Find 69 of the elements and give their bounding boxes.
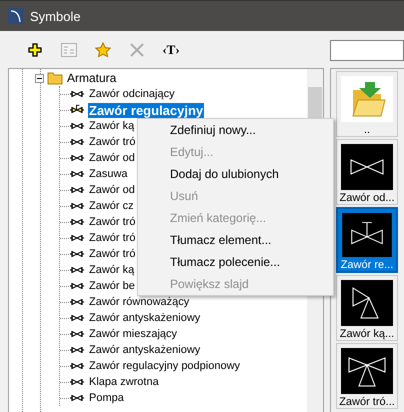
valve-symbol (350, 159, 384, 175)
tile-label: Zawór re... (340, 259, 394, 271)
symbol-tile[interactable]: .. (336, 71, 398, 137)
tree-item[interactable]: Zawór od (88, 150, 136, 166)
window-title: Symbole (30, 8, 81, 24)
tree-item[interactable]: Zawór tró (88, 214, 136, 230)
menu-item[interactable]: Tłumacz element... (138, 229, 333, 251)
collapse-icon[interactable] (35, 74, 44, 82)
tree-item[interactable]: Zawór regulacyjny (88, 102, 204, 118)
star-icon[interactable] (95, 42, 111, 58)
tree-item[interactable]: Zawór cz (88, 198, 135, 214)
tree-item[interactable]: Zawór tró (88, 230, 136, 246)
tree-item[interactable]: Zawór ką (88, 262, 136, 278)
tree-item[interactable]: Zawór regulacyjny podpionowy (88, 358, 242, 374)
tree-item[interactable]: Armatura (66, 70, 118, 86)
tile-label: Zawór tró... (339, 396, 395, 408)
symbol-tile[interactable]: Zawór ką... (336, 275, 398, 341)
valve-icon (69, 360, 85, 372)
menu-item[interactable]: Tłumacz polecenie... (138, 251, 333, 273)
tree-item[interactable]: Zawór tró (88, 246, 136, 262)
text-button[interactable]: ‹T› (154, 36, 188, 62)
tree-item[interactable]: Zawór antyskażeniowy (88, 310, 202, 326)
valve-icon (69, 184, 85, 196)
tile-label: .. (364, 124, 370, 136)
valve-icon (69, 168, 85, 180)
tree-item[interactable]: Klapa zwrotna (88, 374, 160, 390)
tree-item[interactable]: Zawór antyskażeniowy (88, 342, 202, 358)
tree-item[interactable]: Zawór od (88, 182, 136, 198)
regulating-valve-symbol (351, 222, 383, 244)
tree-item[interactable]: Zawór odcinający (88, 86, 176, 102)
tree-item[interactable]: Zawór ką (88, 118, 136, 134)
valve-icon (69, 136, 85, 148)
valve-icon (69, 392, 85, 404)
angle-valve-symbol (352, 287, 379, 318)
valve-icon (69, 328, 85, 340)
valve-icon (69, 200, 85, 212)
valve-icon (69, 152, 85, 164)
valve-icon (69, 280, 85, 292)
valve-icon (69, 104, 85, 116)
tree-item[interactable]: Zawór tró (88, 134, 136, 150)
search-field[interactable] (330, 40, 404, 61)
scrollbar-thumb[interactable] (308, 87, 322, 119)
symbol-tile[interactable]: Zawór re... (336, 207, 398, 273)
tree-item[interactable]: Pompa (88, 390, 125, 406)
valve-icon (69, 344, 85, 356)
three-way-valve-symbol (348, 357, 386, 386)
menu-item[interactable]: Zdefiniuj nowy... (138, 119, 333, 141)
menu-item[interactable]: Dodaj do ulubionych (138, 163, 333, 185)
tree-item[interactable]: Zawór równoważący (88, 294, 190, 310)
tree-item[interactable]: Zawór be (88, 278, 136, 294)
valve-icon (69, 232, 85, 244)
symbol-tile[interactable]: Zawór od... (336, 139, 398, 205)
valve-icon (69, 216, 85, 228)
valve-icon (69, 88, 85, 100)
folder-icon (47, 71, 63, 85)
tree-item[interactable]: Zasuwa (88, 166, 129, 182)
symbol-tile[interactable]: Zawór tró... (336, 343, 398, 409)
valve-icon (69, 248, 85, 260)
valve-icon (69, 120, 85, 132)
valve-icon (69, 264, 85, 276)
valve-icon (69, 312, 85, 324)
folder-icon (352, 82, 386, 116)
tile-label: Zawór od... (339, 192, 395, 204)
tile-label: Zawór ką... (340, 328, 394, 340)
valve-icon (69, 376, 85, 388)
add-icon[interactable] (28, 42, 42, 56)
valve-icon (69, 296, 85, 308)
tree-item[interactable]: Zawór mieszający (88, 326, 178, 342)
app-icon (8, 8, 24, 24)
